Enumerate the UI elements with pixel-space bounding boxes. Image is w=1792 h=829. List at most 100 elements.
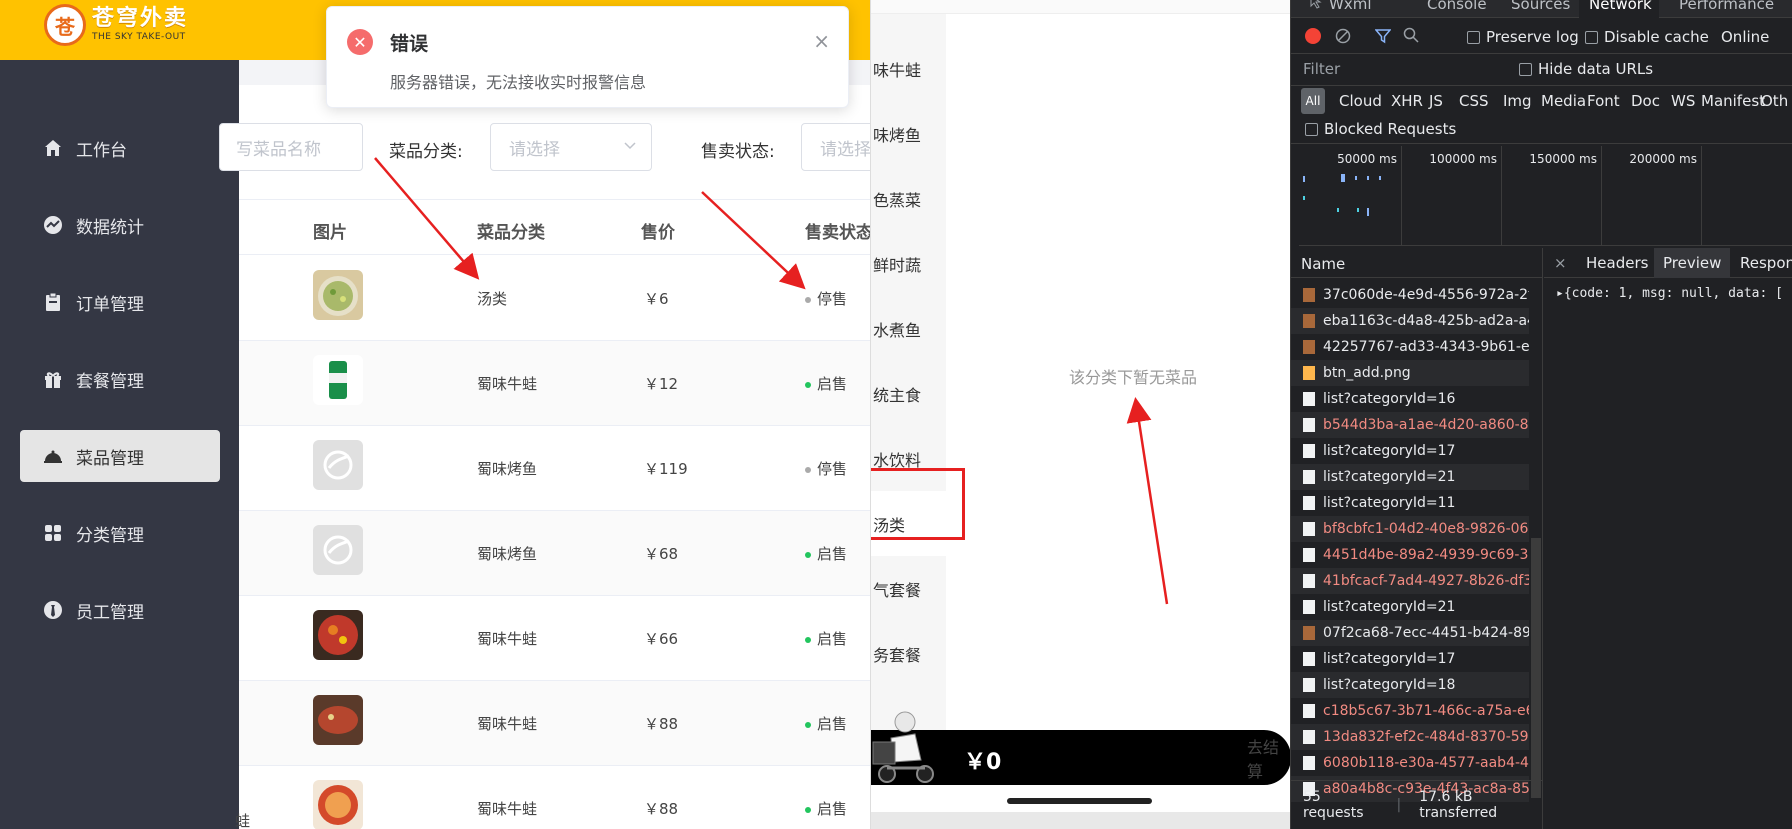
timeline-bars xyxy=(1303,174,1381,216)
category-select[interactable]: 请选择 xyxy=(490,123,652,171)
record-icon[interactable] xyxy=(1305,28,1321,44)
preview-json[interactable]: ▸{code: 1, msg: null, data: [ xyxy=(1556,286,1783,301)
status-dot xyxy=(805,466,811,473)
request-row[interactable]: 13da832f-ef2c-484d-8370-59... xyxy=(1291,724,1529,750)
request-row[interactable]: btn_add.png xyxy=(1291,360,1529,386)
sidebar-item-statistics[interactable]: 数据统计 xyxy=(20,199,220,251)
type-filter-button[interactable]: Manifest xyxy=(1701,92,1765,110)
request-row[interactable]: bf8cbfc1-04d2-40e8-9826-06... xyxy=(1291,516,1529,542)
request-row[interactable]: list?categoryId=21 xyxy=(1291,594,1529,620)
dish-name-fragment: 蛙 xyxy=(235,812,251,829)
tab-headers[interactable]: Headers xyxy=(1586,254,1648,272)
category-item[interactable]: 味烤鱼 xyxy=(871,101,946,166)
request-row[interactable]: 41bfcacf-7ad4-4927-8b26-df3... xyxy=(1291,568,1529,594)
close-icon[interactable]: × xyxy=(1554,254,1567,272)
request-row[interactable]: b544d3ba-a1ae-4d20-a860-8... xyxy=(1291,412,1529,438)
close-icon[interactable]: × xyxy=(813,29,830,53)
type-filter-button[interactable]: Media xyxy=(1541,92,1586,110)
dish-category: 蜀味牛蛙 xyxy=(477,630,538,648)
scrollbar-thumb[interactable] xyxy=(1531,538,1541,798)
file-type-icon xyxy=(1303,418,1315,432)
request-row[interactable]: list?categoryId=17 xyxy=(1291,646,1529,672)
request-row[interactable]: list?categoryId=18 xyxy=(1291,672,1529,698)
type-filter-button[interactable]: Font xyxy=(1587,92,1620,110)
request-row[interactable]: list?categoryId=11 xyxy=(1291,490,1529,516)
category-item[interactable]: 气套餐 xyxy=(871,556,946,621)
request-row[interactable]: 42257767-ad33-4343-9b61-e... xyxy=(1291,334,1529,360)
status-dot xyxy=(805,381,811,388)
type-filter-button[interactable]: JS xyxy=(1429,92,1443,110)
tab-preview[interactable]: Preview xyxy=(1663,254,1721,272)
request-row[interactable]: 4451d4be-89a2-4939-9c69-3a... xyxy=(1291,542,1529,568)
category-item[interactable]: 统主食 xyxy=(871,361,946,426)
table-row[interactable]: 蜀味牛蛙 ￥88 启售 xyxy=(239,681,870,766)
tab-performance[interactable]: Performance xyxy=(1679,0,1774,13)
request-row[interactable]: 37c060de-4e9d-4556-972a-2f... xyxy=(1291,282,1529,308)
column-header-name[interactable]: Name xyxy=(1291,248,1543,278)
toast-title: 错误 xyxy=(390,33,429,55)
type-filter-button[interactable]: Cloud xyxy=(1339,92,1382,110)
request-row[interactable]: eba1163c-d4a8-425b-ad2a-a4... xyxy=(1291,308,1529,334)
sidebar-item-setmeals[interactable]: 套餐管理 xyxy=(20,353,220,405)
table-header: 图片 菜品分类 售价 售卖状态 xyxy=(239,199,870,255)
type-filter-button[interactable]: XHR xyxy=(1391,92,1423,110)
category-item[interactable]: 色蒸菜 xyxy=(871,166,946,231)
type-filter-button[interactable]: CSS xyxy=(1459,92,1489,110)
category-item[interactable]: 务套餐 xyxy=(871,621,946,686)
request-row[interactable]: 07f2ca68-7ecc-4451-b424-89... xyxy=(1291,620,1529,646)
hide-data-urls-checkbox[interactable]: Hide data URLs xyxy=(1519,60,1653,78)
table-row[interactable]: 汤类 ￥6 停售 xyxy=(239,256,870,341)
throttle-select[interactable]: Online xyxy=(1721,28,1769,46)
request-row[interactable]: list?categoryId=16 xyxy=(1291,386,1529,412)
file-type-icon xyxy=(1303,522,1315,536)
request-name: list?categoryId=16 xyxy=(1323,391,1456,407)
type-filter-button[interactable]: Oth xyxy=(1761,92,1788,110)
tab-sources[interactable]: Sources xyxy=(1511,0,1570,13)
filter-input[interactable]: Filter xyxy=(1303,60,1340,78)
dish-category: 蜀味烤鱼 xyxy=(477,545,538,563)
checkbox-box xyxy=(1585,30,1598,44)
sidebar-item-categories[interactable]: 分类管理 xyxy=(20,507,220,559)
request-row[interactable]: list?categoryId=21 xyxy=(1291,464,1529,490)
tab-network[interactable]: Network xyxy=(1589,0,1652,13)
request-row[interactable]: c18b5c67-3b71-466c-a75a-e6... xyxy=(1291,698,1529,724)
inspect-icon[interactable] xyxy=(1309,0,1325,14)
type-filter-button[interactable]: WS xyxy=(1671,92,1695,110)
type-filter-button[interactable]: Img xyxy=(1503,92,1532,110)
request-row[interactable]: list?categoryId=17 xyxy=(1291,438,1529,464)
filter-icon[interactable] xyxy=(1374,28,1392,48)
sidebar-item-workbench[interactable]: 工作台 xyxy=(20,122,220,174)
request-name: list?categoryId=17 xyxy=(1323,443,1456,459)
category-item[interactable]: 鲜时蔬 xyxy=(871,231,946,296)
clear-icon[interactable] xyxy=(1335,28,1351,48)
tab-wxml[interactable]: Wxml xyxy=(1329,0,1372,13)
blocked-requests-checkbox[interactable]: Blocked Requests xyxy=(1305,120,1456,138)
status-select[interactable]: 请选择 xyxy=(801,123,870,171)
table-row[interactable]: 蛙 蜀味牛蛙 ￥88 启售 xyxy=(235,766,870,829)
dish-name-input[interactable]: 写菜品名称 xyxy=(219,123,363,171)
table-row[interactable]: 蜀味烤鱼 ￥68 启售 xyxy=(239,511,870,596)
request-name: bf8cbfc1-04d2-40e8-9826-06... xyxy=(1323,521,1529,537)
dish-status: 启售 xyxy=(805,373,847,394)
sidebar-item-employees[interactable]: 员工管理 xyxy=(20,584,220,636)
request-row[interactable]: 6080b118-e30a-4577-aab4-4... xyxy=(1291,750,1529,776)
disable-cache-checkbox[interactable]: Disable cache xyxy=(1585,28,1709,46)
table-row[interactable]: 蜀味牛蛙 ￥66 启售 xyxy=(239,596,870,681)
table-row[interactable]: 蜀味牛蛙 ￥12 启售 xyxy=(239,341,870,426)
preserve-log-checkbox[interactable]: Preserve log xyxy=(1467,28,1579,46)
cart-bar[interactable]: ￥0 去结算 xyxy=(871,711,1290,785)
tab-response[interactable]: Respons xyxy=(1740,254,1792,272)
sidebar-item-dishes[interactable]: 菜品管理 xyxy=(20,430,220,482)
type-all-button[interactable]: All xyxy=(1301,88,1325,114)
category-item[interactable]: 味牛蛙 xyxy=(871,36,946,101)
tab-console[interactable]: Console xyxy=(1427,0,1487,13)
checkout-button[interactable]: 去结算 xyxy=(1247,734,1290,782)
category-item[interactable]: 水煮鱼 xyxy=(871,296,946,361)
search-icon[interactable] xyxy=(1403,27,1419,47)
table-row[interactable]: 蜀味烤鱼 ￥119 停售 xyxy=(239,426,870,511)
disable-cache-label: Disable cache xyxy=(1604,28,1709,46)
sidebar-item-orders[interactable]: 订单管理 xyxy=(20,276,220,328)
status-select-placeholder: 请选择 xyxy=(820,139,870,160)
file-type-icon xyxy=(1303,392,1315,406)
type-filter-button[interactable]: Doc xyxy=(1631,92,1660,110)
